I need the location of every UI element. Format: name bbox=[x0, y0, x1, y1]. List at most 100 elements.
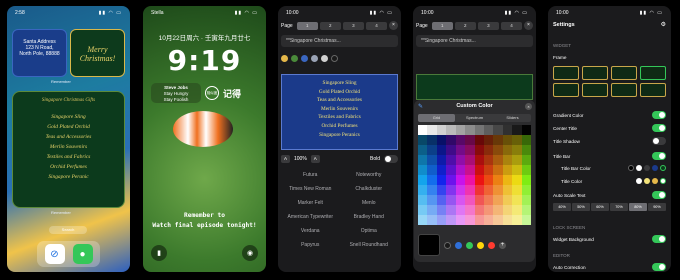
percent-option[interactable]: 60% bbox=[591, 203, 609, 211]
frame-option[interactable] bbox=[582, 83, 608, 97]
color-cell[interactable] bbox=[465, 195, 475, 205]
color-cell[interactable] bbox=[474, 155, 484, 165]
color-cell[interactable] bbox=[502, 175, 513, 185]
color-cell[interactable] bbox=[521, 135, 531, 145]
color-cell[interactable] bbox=[483, 175, 494, 185]
color-cell[interactable] bbox=[502, 185, 513, 195]
color-cell[interactable] bbox=[493, 135, 503, 145]
color-cell[interactable] bbox=[521, 175, 531, 185]
color-swatch[interactable] bbox=[311, 54, 318, 62]
gifts-list-widget[interactable]: Singapore Christmas Gifts Singapore Slin… bbox=[12, 91, 125, 208]
percent-option[interactable]: 70% bbox=[610, 203, 628, 211]
color-cell[interactable] bbox=[493, 215, 503, 225]
color-cell[interactable] bbox=[418, 185, 428, 195]
gradient-toggle[interactable] bbox=[652, 111, 666, 119]
color-cell[interactable] bbox=[474, 215, 484, 225]
color-cell[interactable] bbox=[521, 155, 531, 165]
color-swatch[interactable] bbox=[301, 54, 308, 62]
color-cell[interactable] bbox=[474, 195, 484, 205]
color-cell[interactable] bbox=[512, 175, 522, 185]
color-cell[interactable] bbox=[455, 165, 466, 175]
percent-option[interactable]: 40% bbox=[553, 203, 571, 211]
color-swatch[interactable] bbox=[444, 241, 451, 249]
flashlight-button[interactable]: ▮ bbox=[151, 245, 167, 261]
color-cell[interactable] bbox=[474, 135, 484, 145]
color-cell[interactable] bbox=[483, 185, 494, 195]
page-tab[interactable]: 3 bbox=[342, 21, 364, 30]
page-tab[interactable]: 3 bbox=[477, 21, 499, 30]
color-cell[interactable] bbox=[465, 135, 475, 145]
color-cell[interactable] bbox=[427, 135, 437, 145]
color-cell[interactable] bbox=[493, 165, 503, 175]
color-cell[interactable] bbox=[521, 205, 531, 215]
color-cell[interactable] bbox=[436, 155, 447, 165]
color-cell[interactable] bbox=[521, 125, 531, 135]
font-option[interactable]: Optima bbox=[340, 224, 399, 238]
color-cell[interactable] bbox=[512, 145, 522, 155]
color-cell[interactable] bbox=[502, 165, 513, 175]
font-option[interactable]: Noteworthy bbox=[340, 168, 399, 182]
frame-option[interactable] bbox=[553, 66, 579, 80]
font-option[interactable]: Bradley Hand bbox=[340, 210, 399, 224]
color-cell[interactable] bbox=[521, 215, 531, 225]
text-field[interactable]: **Singapore Christmas... bbox=[281, 35, 398, 47]
color-cell[interactable] bbox=[446, 195, 456, 205]
frame-option[interactable] bbox=[640, 83, 666, 97]
color-cell[interactable] bbox=[465, 175, 475, 185]
color-swatch[interactable] bbox=[455, 241, 462, 249]
frame-option[interactable] bbox=[553, 83, 579, 97]
color-cell[interactable] bbox=[436, 145, 447, 155]
color-swatch[interactable] bbox=[652, 178, 658, 184]
color-cell[interactable] bbox=[418, 135, 428, 145]
color-cell[interactable] bbox=[493, 195, 503, 205]
font-option[interactable]: Snell Roundhand bbox=[340, 238, 399, 252]
color-cell[interactable] bbox=[512, 205, 522, 215]
page-tab[interactable]: 1 bbox=[296, 21, 318, 30]
color-cell[interactable] bbox=[465, 145, 475, 155]
color-cell[interactable] bbox=[493, 185, 503, 195]
color-cell[interactable] bbox=[446, 175, 456, 185]
color-cell[interactable] bbox=[512, 215, 522, 225]
gear-icon[interactable]: ⚙ bbox=[661, 21, 666, 28]
color-cell[interactable] bbox=[512, 125, 522, 135]
percent-option[interactable]: 90% bbox=[648, 203, 666, 211]
font-option[interactable]: Marker Felt bbox=[281, 196, 340, 210]
color-swatch[interactable] bbox=[321, 54, 328, 62]
jiji-widget[interactable]: 记得 bbox=[223, 87, 241, 100]
frame-option[interactable] bbox=[640, 66, 666, 80]
tab-spectrum[interactable]: Spectrum bbox=[456, 114, 493, 122]
color-cell[interactable] bbox=[465, 125, 475, 135]
widget-background-toggle[interactable] bbox=[652, 235, 666, 243]
color-cell[interactable] bbox=[483, 135, 494, 145]
color-cell[interactable] bbox=[455, 155, 466, 165]
reminder-widget[interactable]: Remember to Watch final episode tonight! bbox=[151, 211, 258, 231]
color-cell[interactable] bbox=[493, 145, 503, 155]
color-cell[interactable] bbox=[521, 195, 531, 205]
color-swatch[interactable] bbox=[660, 165, 666, 171]
plus-icon[interactable]: + bbox=[499, 241, 506, 249]
color-cell[interactable] bbox=[418, 125, 428, 135]
color-cell[interactable] bbox=[483, 155, 494, 165]
color-cell[interactable] bbox=[465, 155, 475, 165]
color-cell[interactable] bbox=[446, 145, 456, 155]
color-cell[interactable] bbox=[521, 145, 531, 155]
close-icon[interactable]: × bbox=[524, 21, 533, 30]
color-cell[interactable] bbox=[446, 205, 456, 215]
color-cell[interactable] bbox=[436, 125, 447, 135]
color-cell[interactable] bbox=[427, 175, 437, 185]
color-cell[interactable] bbox=[474, 205, 484, 215]
color-cell[interactable] bbox=[418, 175, 428, 185]
decrease-size-button[interactable]: A bbox=[281, 155, 290, 163]
color-cell[interactable] bbox=[483, 215, 494, 225]
color-cell[interactable] bbox=[502, 205, 513, 215]
color-swatch[interactable] bbox=[636, 165, 642, 171]
font-option[interactable]: Futura bbox=[281, 168, 340, 182]
page-tab[interactable]: 2 bbox=[454, 21, 476, 30]
page-tab[interactable]: 4 bbox=[500, 21, 522, 30]
color-cell[interactable] bbox=[436, 205, 447, 215]
messages-app[interactable]: ● bbox=[72, 244, 93, 264]
color-cell[interactable] bbox=[418, 145, 428, 155]
color-cell[interactable] bbox=[512, 185, 522, 195]
color-cell[interactable] bbox=[465, 215, 475, 225]
color-cell[interactable] bbox=[512, 135, 522, 145]
